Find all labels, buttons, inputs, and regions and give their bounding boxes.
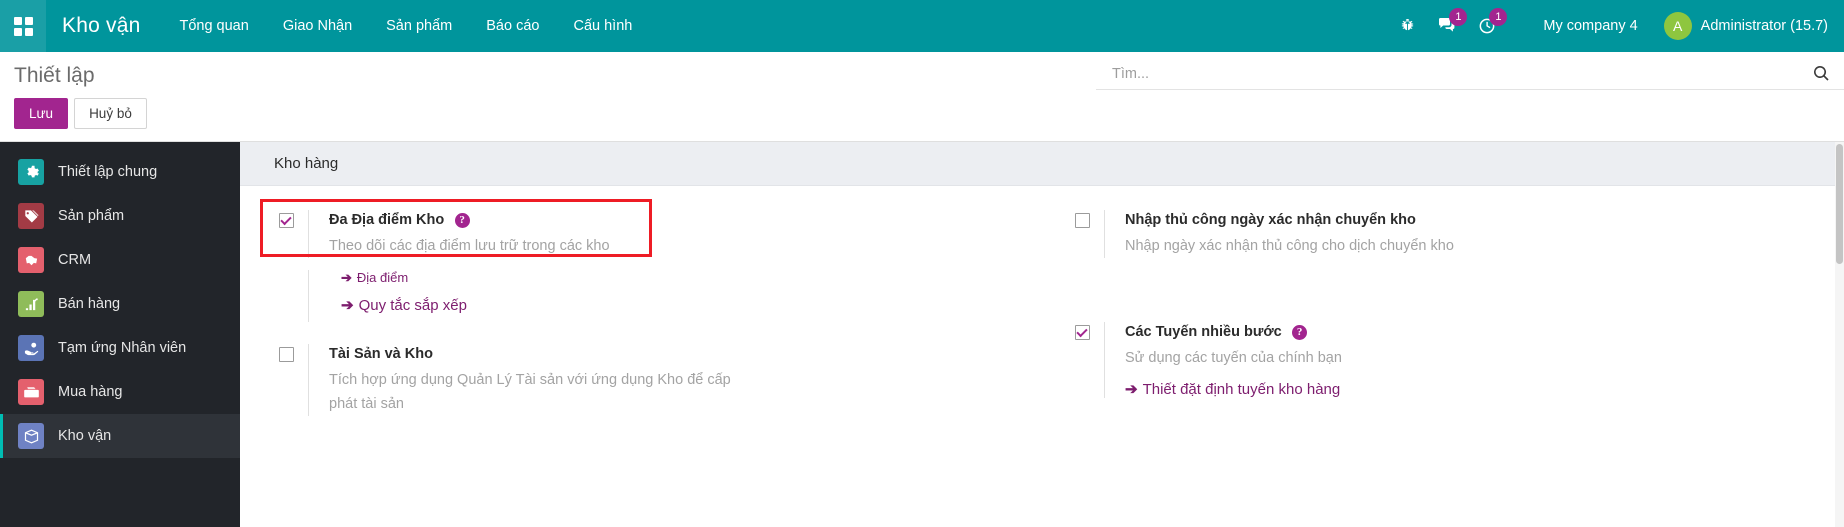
messages-icon[interactable]: 1 [1427, 0, 1468, 52]
search-icon[interactable] [1813, 65, 1830, 82]
handshake-icon [18, 247, 44, 273]
bug-icon[interactable] [1387, 0, 1427, 52]
manual-transfer-date-checkbox[interactable] [1074, 213, 1090, 228]
arrow-right-icon: ➔ [1125, 381, 1138, 398]
arrow-right-icon: ➔ [341, 270, 352, 285]
sidebar-item-label: Bán hàng [58, 296, 121, 312]
discard-button[interactable]: Huỷ bỏ [74, 98, 147, 129]
user-name: Administrator (15.7) [1700, 18, 1828, 34]
checkbox-cell [264, 344, 308, 362]
sidebar-item-products[interactable]: Sản phẩm [0, 194, 240, 238]
settings-grid: Đa Địa điểm Kho ? Theo dõi các địa điểm … [240, 186, 1844, 418]
save-button[interactable]: Lưu [14, 98, 69, 129]
sidebar-item-label: Thiết lập chung [58, 164, 158, 180]
sidebar-item-label: CRM [58, 252, 92, 268]
activities-badge: 1 [1489, 8, 1508, 26]
sidebar-item-crm[interactable]: CRM [0, 238, 240, 282]
page-title: Thiết lập [14, 64, 95, 87]
link-locations[interactable]: ➔ Địa điểm [341, 270, 1042, 286]
action-buttons: Lưu Huỷ bỏ [0, 88, 1844, 129]
multi-step-routes-checkbox[interactable] [1074, 325, 1090, 340]
setting-text: Các Tuyến nhiều bước ? Sử dụng các tuyến… [1104, 322, 1844, 398]
messages-badge: 1 [1449, 8, 1468, 26]
link-putaway-rules[interactable]: ➔ Quy tắc sắp xếp [341, 296, 1042, 314]
checkbox-cell [264, 210, 308, 228]
setting-label: Các Tuyến nhiều bước [1125, 324, 1282, 340]
assets-inventory-checkbox[interactable] [278, 347, 294, 362]
main-menu: Tổng quan Giao Nhận Sản phẩm Báo cáo Cấu… [162, 0, 649, 52]
setting-multi-step-routes[interactable]: Các Tuyến nhiều bước ? Sử dụng các tuyến… [1060, 316, 1844, 400]
help-icon[interactable]: ? [454, 213, 470, 228]
setting-description: Theo dõi các địa điểm lưu trữ trong các … [329, 238, 610, 254]
apps-menu-toggle[interactable] [0, 0, 46, 52]
settings-main-panel: Kho hàng Đa Địa điểm Kho ? Theo dõi các … [240, 142, 1844, 527]
menu-item-products[interactable]: Sản phẩm [369, 0, 469, 52]
bar-chart-icon [18, 291, 44, 317]
link-warehouse-routing-setup[interactable]: ➔ Thiết đặt định tuyến kho hàng [1125, 380, 1844, 398]
scrollbar-thumb[interactable] [1836, 144, 1843, 264]
help-icon[interactable]: ? [1292, 325, 1308, 340]
sidebar-item-employee-advance[interactable]: Tạm ứng Nhân viên [0, 326, 240, 370]
multi-location-links: ➔ Địa điểm ➔ Quy tắc sắp xếp [264, 270, 1042, 322]
hand-coin-icon [18, 335, 44, 361]
sidebar-item-purchase[interactable]: Mua hàng [0, 370, 240, 414]
app-brand[interactable]: Kho vận [46, 14, 162, 38]
scrollbar-track[interactable] [1835, 142, 1844, 527]
setting-label: Đa Địa điểm Kho [329, 212, 445, 228]
sidebar-item-inventory[interactable]: Kho vận [0, 414, 240, 458]
avatar: A [1663, 12, 1692, 40]
checkbox-cell [1060, 210, 1104, 228]
setting-text: Nhập thủ công ngày xác nhận chuyển kho N… [1104, 210, 1844, 258]
multi-location-checkbox[interactable] [278, 213, 294, 228]
setting-description: Nhập ngày xác nhận thủ công cho dịch chu… [1125, 238, 1454, 254]
box-icon [18, 423, 44, 449]
link-label: Địa điểm [356, 270, 409, 285]
settings-body: Thiết lập chung Sản phẩm CRM Bán hàng Tạ [0, 142, 1844, 527]
link-label: Thiết đặt định tuyến kho hàng [1142, 381, 1341, 398]
settings-column-right: Nhập thủ công ngày xác nhận chuyển kho N… [1042, 204, 1844, 418]
setting-manual-transfer-date[interactable]: Nhập thủ công ngày xác nhận chuyển kho N… [1060, 204, 1844, 260]
checkbox-cell [1060, 322, 1104, 340]
setting-description: Tích hợp ứng dụng Quản Lý Tài sản với ứn… [329, 372, 731, 412]
gear-icon [18, 159, 44, 185]
setting-text: Đa Địa điểm Kho ? Theo dõi các địa điểm … [308, 210, 1042, 258]
setting-text: Tài Sản và Kho Tích hợp ứng dụng Quản Lý… [308, 344, 1042, 416]
control-panel: Thiết lập Lưu Huỷ bỏ [0, 52, 1844, 142]
activities-clock-icon[interactable]: 1 [1467, 0, 1508, 52]
search-input[interactable] [1096, 65, 1813, 82]
arrow-right-icon: ➔ [341, 297, 354, 314]
menu-item-configuration[interactable]: Cấu hình [556, 0, 649, 52]
company-switcher[interactable]: My company 4 [1525, 18, 1655, 34]
section-title-warehouse: Kho hàng [240, 142, 1844, 186]
search-bar [1096, 59, 1844, 90]
top-navbar: Kho vận Tổng quan Giao Nhận Sản phẩm Báo… [0, 0, 1844, 52]
setting-description: Sử dụng các tuyến của chính bạn [1125, 350, 1342, 366]
navbar-right-tools: 1 1 My company 4 A Administrator (15.7) [1387, 0, 1844, 52]
setting-label: Tài Sản và Kho [329, 346, 433, 362]
grid-apps-icon [13, 16, 33, 36]
sidebar-item-label: Mua hàng [58, 384, 123, 400]
sidebar-item-general-settings[interactable]: Thiết lập chung [0, 150, 240, 194]
setting-multi-location[interactable]: Đa Địa điểm Kho ? Theo dõi các địa điểm … [264, 204, 1042, 260]
user-menu[interactable]: A Administrator (15.7) [1656, 12, 1828, 40]
setting-label: Nhập thủ công ngày xác nhận chuyển kho [1125, 212, 1416, 228]
setting-assets-and-inventory[interactable]: Tài Sản và Kho Tích hợp ứng dụng Quản Lý… [264, 338, 1042, 418]
link-label: Quy tắc sắp xếp [358, 297, 467, 314]
menu-item-overview[interactable]: Tổng quan [162, 0, 265, 52]
sidebar-item-label: Kho vận [58, 428, 112, 444]
sidebar-item-label: Tạm ứng Nhân viên [58, 340, 187, 356]
sidebar-item-label: Sản phẩm [58, 208, 125, 224]
menu-item-reporting[interactable]: Báo cáo [469, 0, 556, 52]
tags-icon [18, 203, 44, 229]
cart-card-icon [18, 379, 44, 405]
sidebar-item-sales[interactable]: Bán hàng [0, 282, 240, 326]
settings-column-left: Đa Địa điểm Kho ? Theo dõi các địa điểm … [240, 204, 1042, 418]
menu-item-operations[interactable]: Giao Nhận [266, 0, 369, 52]
settings-sidebar: Thiết lập chung Sản phẩm CRM Bán hàng Tạ [0, 142, 240, 527]
